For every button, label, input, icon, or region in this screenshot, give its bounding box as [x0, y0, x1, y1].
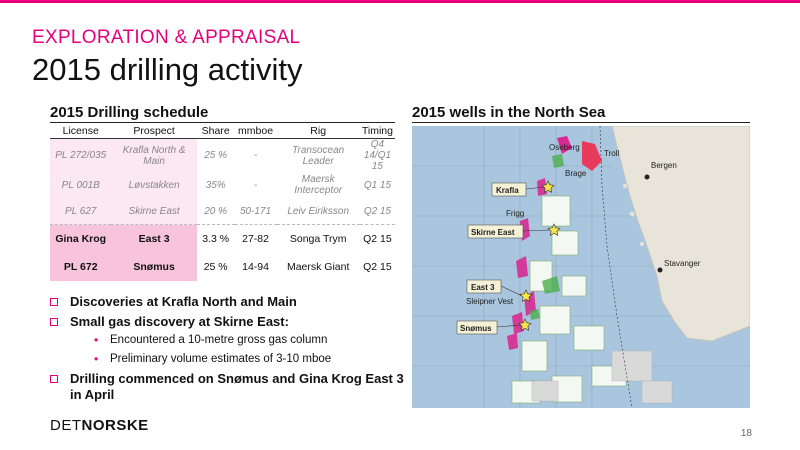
- col-prospect: Prospect: [111, 124, 197, 139]
- cell-timing: Q2 15: [363, 232, 392, 245]
- sub-bullet-item: • Preliminary volume estimates of 3-10 mb…: [70, 351, 410, 367]
- company-logo: DETNORSKE: [50, 417, 149, 434]
- table-row: PL 001B Løvstakken 35% - Maersk Intercep…: [50, 172, 395, 198]
- col-license: License: [50, 124, 112, 139]
- island: [623, 184, 627, 188]
- stavanger-dot: [657, 267, 663, 273]
- drilling-schedule-table: License Prospect Share mmboe Rig Timing …: [50, 124, 395, 281]
- section-kicker: EXPLORATION & APPRAISAL: [32, 27, 301, 48]
- cell-share: 3.3 %: [202, 232, 230, 245]
- label-troll: Troll: [604, 149, 619, 158]
- bullet-text: Small gas discovery at Skirne East:: [70, 314, 289, 329]
- label-frigg: Frigg: [506, 209, 524, 218]
- cell-timing: Q4 14/Q1 15: [363, 139, 392, 172]
- page-title: 2015 drilling activity: [32, 52, 303, 87]
- logo-part-bold: NORSKE: [81, 417, 149, 434]
- cell-rig: Transocean Leader: [292, 144, 345, 167]
- cell-share: 35%: [205, 179, 226, 191]
- cell-share: 20 %: [196, 198, 235, 225]
- cell-mmboe: 50-171: [234, 198, 277, 225]
- page-number: 18: [740, 428, 752, 439]
- cell-share: 25 %: [204, 150, 228, 161]
- cell-timing: Q2 15: [359, 198, 395, 225]
- bullet-item: Small gas discovery at Skirne East: • Enc…: [50, 314, 410, 367]
- sub-bullet-text: Encountered a 10-metre gross gas column: [110, 334, 328, 346]
- label-stavanger: Stavanger: [664, 259, 701, 268]
- cell-license: PL 627: [50, 198, 112, 225]
- table-row: Gina Krog East 3 3.3 % 27-82 Songa Trym …: [50, 224, 395, 253]
- square-bullet-icon: [50, 375, 58, 383]
- table-row: PL 627 Skirne East 20 % 50-171 Leiv Eiri…: [50, 198, 395, 225]
- cell-timing: Q2 15: [363, 260, 392, 273]
- bergen-dot: [644, 174, 650, 180]
- table-row: PL 272/035 Krafla North & Main 25 % - Tr…: [50, 138, 395, 172]
- cell-license: PL 001B: [50, 172, 112, 198]
- cell-mmboe: -: [253, 179, 258, 191]
- table-header-row: License Prospect Share mmboe Rig Timing: [50, 124, 395, 139]
- square-bullet-icon: [50, 318, 58, 326]
- label-sleipner: Sleipner Vest: [466, 297, 514, 306]
- bullet-text: Drilling commenced on Snømus and Gina Kr…: [70, 371, 404, 402]
- cell-prospect: Skirne East: [111, 198, 197, 225]
- sub-bullet-item: • Encountered a 10-metre gross gas column: [70, 332, 410, 348]
- label-brage: Brage: [565, 169, 587, 178]
- island: [640, 242, 644, 246]
- label-snomus: Snømus: [460, 324, 492, 333]
- sub-bullet-text: Preliminary volume estimates of 3-10 mbo…: [110, 353, 332, 365]
- cell-license: Gina Krog: [50, 224, 112, 253]
- cell-license: PL 672: [50, 253, 112, 281]
- bullet-text: Discoveries at Krafla North and Main: [70, 294, 297, 309]
- cell-rig: Leiv Eiriksson: [276, 198, 360, 225]
- dot-bullet-icon: •: [94, 333, 99, 347]
- col-timing: Timing: [359, 124, 395, 139]
- col-rig: Rig: [276, 124, 360, 139]
- dot-bullet-icon: •: [94, 352, 99, 366]
- col-share: Share: [196, 124, 235, 139]
- bullet-item: Discoveries at Krafla North and Main: [50, 294, 410, 310]
- cell-timing: Q1 15: [363, 179, 392, 191]
- table-row: PL 672 Snømus 25 % 14-94 Maersk Giant Q2…: [50, 253, 395, 281]
- cell-prospect: Løvstakken: [111, 172, 197, 198]
- label-skirne-east: Skirne East: [471, 228, 515, 237]
- cell-license: PL 272/035: [50, 138, 112, 172]
- cell-prospect: Snømus: [111, 253, 197, 281]
- label-krafla: Krafla: [496, 186, 519, 195]
- north-sea-map: Oseberg Troll Brage Bergen Frigg Stavang…: [412, 126, 750, 408]
- cell-mmboe: 27-82: [242, 232, 269, 245]
- logo-part-light: DET: [50, 417, 82, 434]
- cell-share: 25 %: [203, 260, 228, 273]
- cell-rig: Maersk Interceptor: [294, 174, 343, 196]
- square-bullet-icon: [50, 298, 58, 306]
- schedule-title: 2015 Drilling schedule: [50, 104, 395, 123]
- label-bergen: Bergen: [651, 161, 677, 170]
- cell-rig: Songa Trym: [289, 232, 347, 245]
- map-title: 2015 wells in the North Sea: [412, 104, 750, 123]
- sub-list: • Encountered a 10-metre gross gas column…: [70, 332, 410, 367]
- cell-prospect: Krafla North & Main: [111, 138, 197, 172]
- cell-mmboe: -: [253, 150, 258, 161]
- cell-prospect: East 3: [111, 224, 197, 253]
- col-mmboe: mmboe: [234, 124, 277, 139]
- label-east3: East 3: [471, 283, 495, 292]
- label-oseberg: Oseberg: [549, 143, 580, 152]
- top-accent-line: [0, 0, 800, 3]
- cell-mmboe: 14-94: [242, 260, 269, 273]
- highlights-list: Discoveries at Krafla North and Main Sma…: [50, 294, 410, 407]
- bullet-item: Drilling commenced on Snømus and Gina Kr…: [50, 371, 410, 403]
- cell-rig: Maersk Giant: [286, 260, 350, 273]
